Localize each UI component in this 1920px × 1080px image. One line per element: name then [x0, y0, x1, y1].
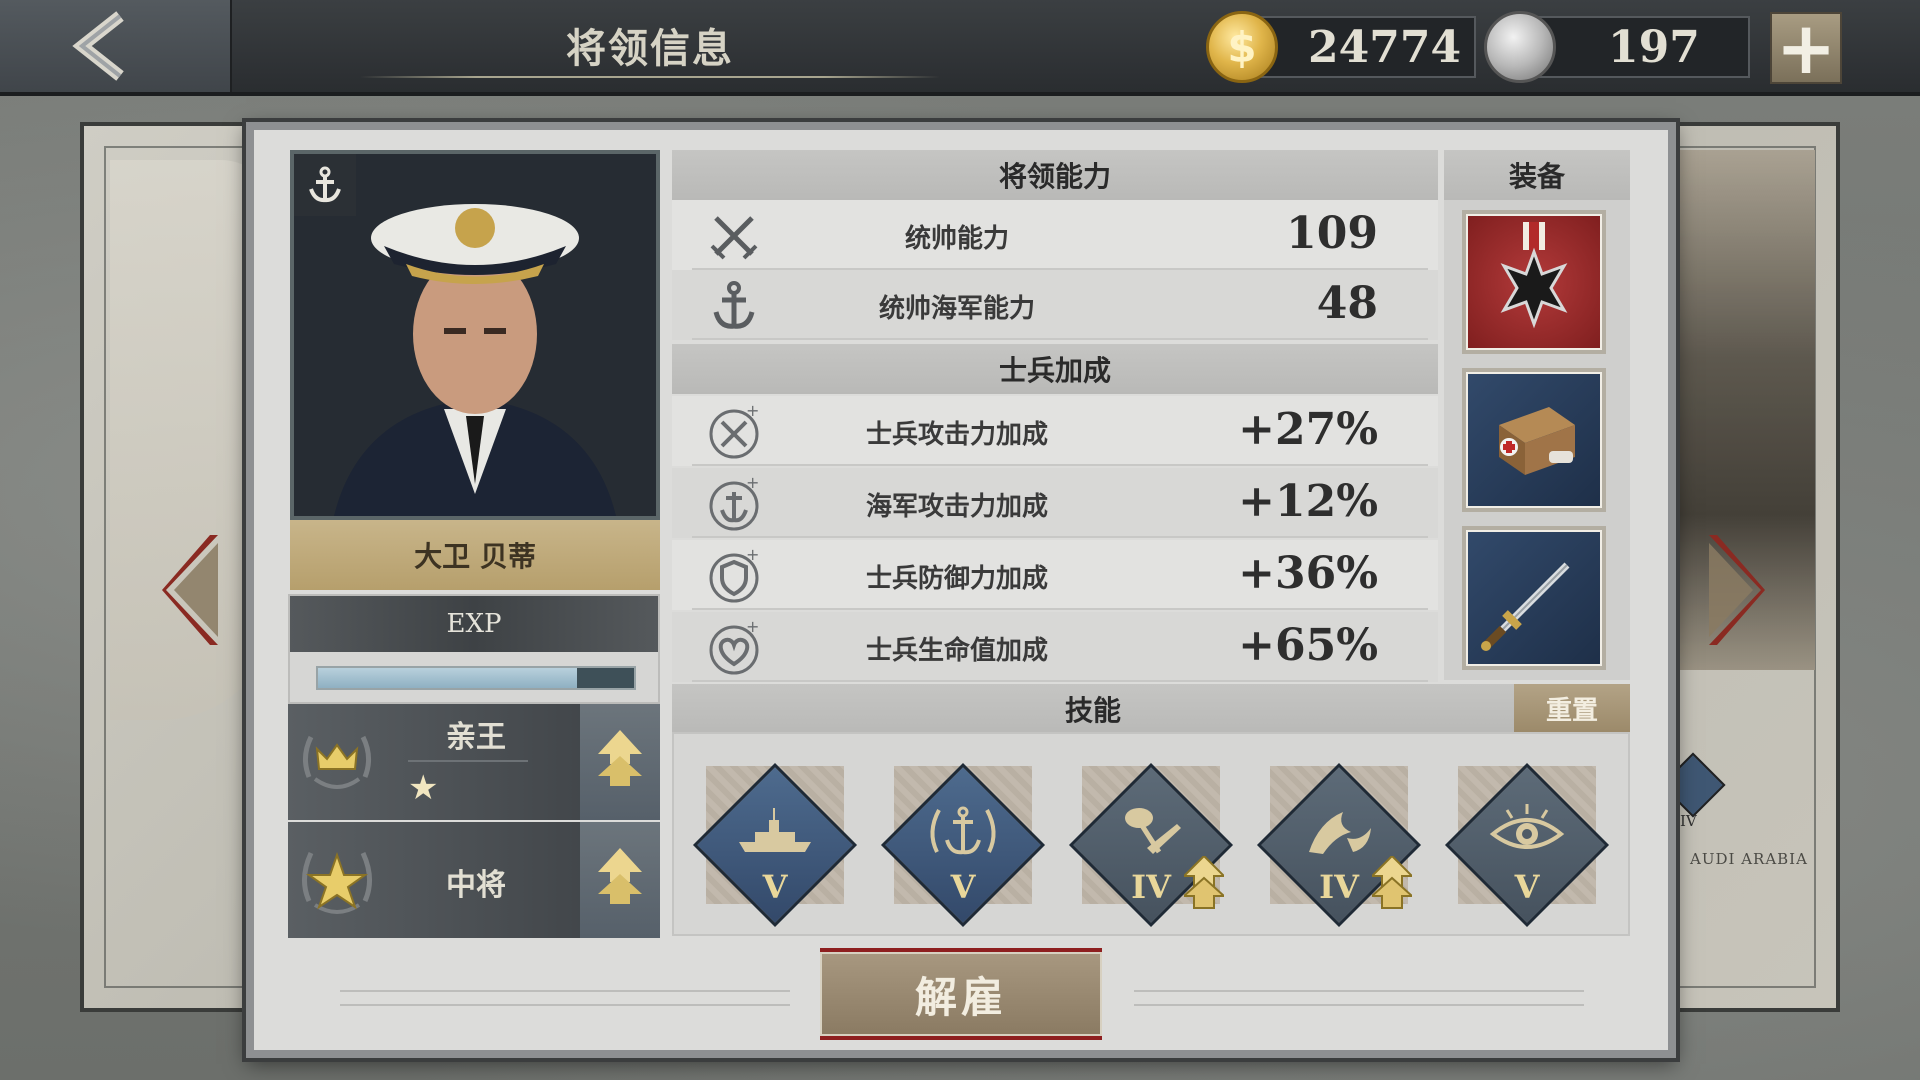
stat-value: 109	[1286, 208, 1378, 259]
stat-row-naval-attack-bonus: + 海军攻击力加成 +12%	[672, 468, 1438, 538]
dismiss-general-button[interactable]: 解雇	[820, 948, 1102, 1040]
anchor-icon	[706, 278, 762, 334]
health-bonus-icon: +	[706, 620, 762, 676]
rank-upgrade-button[interactable]	[580, 822, 660, 938]
back-button[interactable]	[0, 0, 232, 92]
plus-icon: +	[1775, 6, 1837, 90]
decor-line-right	[1134, 990, 1584, 1006]
stat-value: +27%	[1238, 404, 1378, 455]
stat-row-health-bonus: + 士兵生命值加成 +65%	[672, 612, 1438, 682]
general-portrait	[290, 150, 660, 520]
svg-text:+: +	[746, 476, 759, 492]
skills-header: 技能	[672, 684, 1514, 734]
exp-label: EXP	[290, 596, 658, 652]
crossed-swords-icon	[706, 208, 762, 264]
exp-section: EXP	[288, 594, 660, 704]
anchor-laurel-icon	[930, 806, 996, 855]
reset-skills-button[interactable]: 重置	[1514, 684, 1630, 732]
stat-label: 统帅能力	[904, 224, 1009, 254]
chevron-left-icon	[162, 535, 218, 645]
top-bar: 将领信息 $ 24774 197 +	[0, 0, 1920, 96]
military-rank-row: 中将	[288, 822, 660, 938]
skill-upgrade-arrow-icon	[1372, 856, 1412, 909]
defense-bonus-icon: +	[706, 548, 762, 604]
general-name: 大卫 贝蒂	[290, 520, 660, 590]
skill-battleship[interactable]: V	[690, 760, 860, 930]
skill-level: V	[1514, 868, 1540, 906]
navy-anchor-badge	[294, 154, 356, 216]
page-title: 将领信息	[566, 25, 734, 72]
naval-attack-bonus-icon: +	[706, 476, 762, 532]
flag-knife-icon	[1309, 812, 1371, 854]
stat-value: +36%	[1238, 548, 1378, 599]
equipment-slot-2[interactable]	[1462, 368, 1606, 512]
anchor-icon	[309, 166, 341, 203]
equipment-slot-3[interactable]	[1462, 526, 1606, 670]
exp-progress-bar	[316, 666, 636, 690]
stat-row-attack-bonus: + 士兵攻击力加成 +27%	[672, 396, 1438, 466]
stat-label: 士兵防御力加成	[865, 564, 1048, 594]
eye-icon	[1489, 804, 1565, 849]
prev-general-arrow[interactable]	[162, 535, 222, 645]
gold-amount: 24774	[1308, 22, 1462, 73]
map-region-label: AUDI ARABIA	[1690, 850, 1808, 868]
stat-label: 海军攻击力加成	[865, 492, 1048, 522]
skill-level: V	[762, 868, 788, 906]
abilities-header: 将领能力	[672, 150, 1438, 200]
skill-eye[interactable]: V	[1442, 760, 1612, 930]
decor-line-left	[340, 990, 790, 1006]
stat-row-naval-command: 统帅海军能力 48	[672, 270, 1438, 340]
star-laurel-icon	[288, 822, 386, 938]
stat-label: 士兵攻击力加成	[865, 420, 1048, 450]
skill-level: V	[950, 868, 976, 906]
svg-text:+: +	[746, 620, 759, 636]
hammer-knife-icon	[1125, 808, 1181, 854]
iron-cross-medal-icon	[1500, 222, 1568, 329]
back-arrow-icon	[72, 11, 124, 81]
gold-coin-icon: $	[1206, 11, 1278, 83]
chevron-right-icon	[1709, 535, 1765, 645]
svg-text:+: +	[746, 404, 759, 420]
military-rank-name: 中将	[446, 868, 506, 903]
stat-row-command: 统帅能力 109	[672, 200, 1438, 270]
stat-label: 士兵生命值加成	[865, 636, 1048, 666]
bonuses-header: 士兵加成	[672, 344, 1438, 394]
title-upgrade-button[interactable]	[580, 704, 660, 820]
attack-bonus-icon: +	[706, 404, 762, 460]
map-unit-badge-level: IV	[1680, 812, 1697, 830]
next-general-arrow[interactable]	[1705, 535, 1765, 645]
crown-laurel-icon	[288, 704, 386, 820]
page-title-wrap: 将领信息	[360, 10, 940, 80]
sword-icon	[1481, 562, 1570, 651]
skill-anchor-laurel[interactable]: V	[878, 760, 1048, 930]
stat-row-defense-bonus: + 士兵防御力加成 +36%	[672, 540, 1438, 610]
gold-currency: $ 24774	[1206, 11, 1476, 83]
upgrade-arrow-icon	[598, 848, 642, 904]
svg-text:+: +	[746, 548, 759, 564]
equipment-header: 装备	[1444, 150, 1630, 200]
skill-flag-knife[interactable]: IV	[1254, 760, 1424, 930]
medal-amount: 197	[1608, 22, 1700, 73]
title-rank-name: 亲王	[446, 720, 506, 755]
stat-label: 统帅海军能力	[878, 294, 1035, 324]
add-currency-button[interactable]: +	[1770, 12, 1842, 84]
stat-value: +65%	[1238, 620, 1378, 671]
medical-kit-icon	[1499, 407, 1575, 475]
stat-value: +12%	[1238, 476, 1378, 527]
silver-medal-icon	[1484, 11, 1556, 83]
title-star: ★	[408, 768, 439, 808]
title-rank-row: 亲王 ★	[288, 704, 660, 820]
skill-hammer-knife[interactable]: IV	[1066, 760, 1236, 930]
stat-value: 48	[1316, 278, 1378, 329]
medal-currency: 197	[1484, 11, 1750, 83]
equipment-column	[1444, 200, 1630, 680]
exp-progress-fill	[318, 668, 578, 688]
skill-upgrade-arrow-icon	[1184, 856, 1224, 909]
battleship-icon	[739, 808, 811, 852]
upgrade-arrow-icon	[598, 730, 642, 786]
equipment-slot-1[interactable]	[1462, 210, 1606, 354]
rank-divider	[408, 760, 528, 762]
